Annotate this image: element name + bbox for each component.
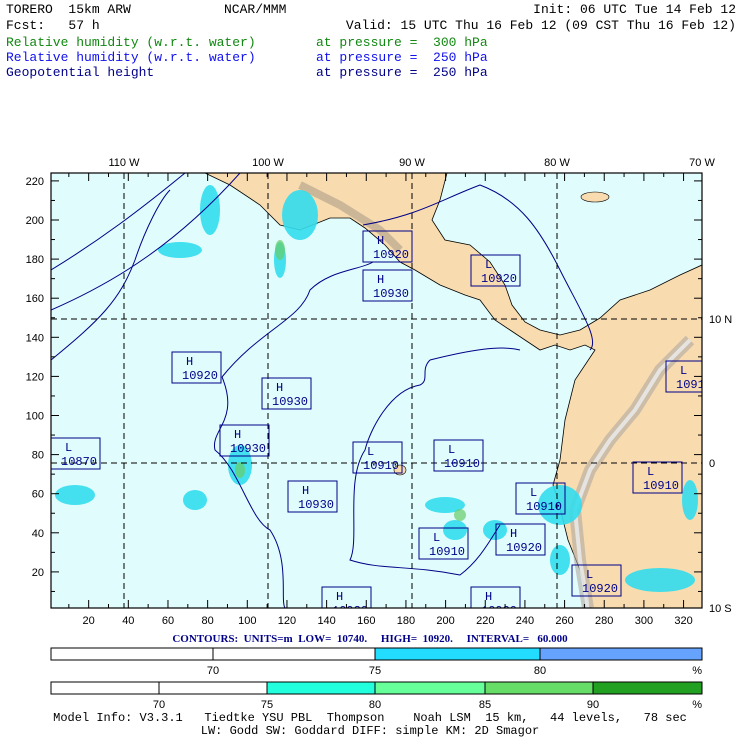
colorbar-segment	[158, 681, 268, 695]
colorbar-label: 80	[369, 699, 381, 711]
colorbar-label: 85	[479, 699, 491, 711]
colorbar-label: 80	[534, 665, 546, 677]
center-type: L	[65, 441, 72, 455]
center-value: 10910	[643, 479, 679, 493]
colorbar-segment	[484, 681, 594, 695]
center-value: 10920	[582, 582, 618, 596]
center-type: H	[186, 355, 193, 369]
center-type: L	[448, 443, 455, 457]
center-value: 10920	[182, 369, 218, 383]
colorbar-segment	[50, 681, 160, 695]
y-tick-label: 80	[32, 450, 44, 462]
center-type: H	[485, 590, 492, 604]
colorbar-segment	[374, 647, 541, 661]
latitude-label: 0	[709, 458, 715, 470]
weather-map-page: TORERO 15km ARW NCAR/MMM Init: 06 UTC Tu…	[0, 0, 740, 740]
x-tick-label: 120	[278, 615, 296, 627]
center-type: L	[367, 445, 374, 459]
longitude-label: 80 W	[544, 157, 570, 169]
x-tick-label: 320	[674, 615, 692, 627]
center-value: 10930	[373, 287, 409, 301]
colorbar-segment	[374, 681, 486, 695]
x-tick-label: 80	[202, 615, 214, 627]
latitude-label: 10 S	[709, 603, 732, 615]
colorbar-label: 70	[153, 699, 165, 711]
center-type: H	[377, 273, 384, 287]
x-tick-label: 280	[595, 615, 613, 627]
y-tick-label: 140	[26, 332, 44, 344]
x-tick-label: 140	[317, 615, 335, 627]
x-tick-label: 20	[83, 615, 95, 627]
y-tick-label: 180	[26, 254, 44, 266]
y-tick-label: 160	[26, 293, 44, 305]
center-type: L	[433, 531, 440, 545]
center-value: 1091	[676, 378, 705, 392]
colorbar-label: 70	[207, 665, 219, 677]
model-info-line2: LW: Godd SW: Goddard DIFF: simple KM: 2D…	[200, 724, 540, 738]
colorbar-label: %	[692, 665, 702, 677]
colorbar-label: 75	[261, 699, 273, 711]
center-type: H	[336, 590, 343, 604]
longitude-label: 100 W	[252, 157, 284, 169]
y-tick-label: 60	[32, 489, 44, 501]
y-tick-label: 120	[26, 371, 44, 383]
colorbar-rh-250: 70 75 80%	[50, 647, 703, 677]
longitude-label: 70 W	[689, 157, 715, 169]
x-tick-label: 220	[476, 615, 494, 627]
y-tick-label: 220	[26, 176, 44, 188]
colorbar-segment	[539, 647, 703, 661]
x-tick-label: 180	[397, 615, 415, 627]
x-tick-label: 100	[238, 615, 256, 627]
center-value: 10930	[230, 442, 266, 456]
center-type: L	[647, 465, 654, 479]
longitude-label: 90 W	[399, 157, 425, 169]
latitude-label: 10 N	[709, 314, 732, 326]
y-tick-label: 100	[26, 411, 44, 423]
center-type: H	[377, 234, 384, 248]
center-value: 10930	[298, 498, 334, 512]
center-type: L	[485, 258, 492, 272]
colorbar-segment	[50, 647, 214, 661]
center-value: 10930	[272, 395, 308, 409]
x-tick-label: 200	[436, 615, 454, 627]
x-tick-label: 60	[162, 615, 174, 627]
center-type: H	[276, 381, 283, 395]
center-value: 10910	[526, 500, 562, 514]
center-value: 10910	[429, 545, 465, 559]
colorbar-label: 75	[369, 665, 381, 677]
y-tick-label: 40	[32, 528, 44, 540]
center-value: 10910	[363, 459, 399, 473]
center-type: H	[302, 484, 309, 498]
model-info-line1: Model Info: V3.3.1 Tiedtke YSU PBL Thomp…	[53, 711, 687, 725]
y-tick-label: 200	[26, 215, 44, 227]
x-tick-label: 260	[555, 615, 573, 627]
center-value: 10920	[373, 248, 409, 262]
jamaica-island	[580, 191, 610, 203]
colorbar-label: %	[692, 699, 702, 711]
center-value: 10870	[61, 455, 97, 469]
colorbar-segment	[266, 681, 376, 695]
colorbar-segment	[592, 681, 703, 695]
x-tick-label: 300	[635, 615, 653, 627]
longitude-label: 110 W	[109, 157, 141, 169]
center-type: L	[586, 568, 593, 582]
colorbar-rh-300: 70 75 80 85 90%	[50, 681, 703, 711]
colorbar-segment	[212, 647, 376, 661]
y-tick-label: 20	[32, 567, 44, 579]
x-tick-label: 160	[357, 615, 375, 627]
center-value: 10920	[481, 272, 517, 286]
map-figure: H10920H10930L10920H10920H10930H10930L108…	[26, 157, 733, 711]
center-type: H	[234, 428, 241, 442]
center-value: 10910	[444, 457, 480, 471]
colorbar-label: 90	[587, 699, 599, 711]
center-type: L	[530, 486, 537, 500]
center-value: 10920	[506, 541, 542, 555]
center-type: H	[510, 527, 517, 541]
center-type: L	[680, 364, 687, 378]
x-tick-label: 240	[516, 615, 534, 627]
contour-info: CONTOURS: UNITS=m LOW= 10740. HIGH= 1092…	[172, 633, 568, 645]
x-tick-label: 40	[122, 615, 134, 627]
